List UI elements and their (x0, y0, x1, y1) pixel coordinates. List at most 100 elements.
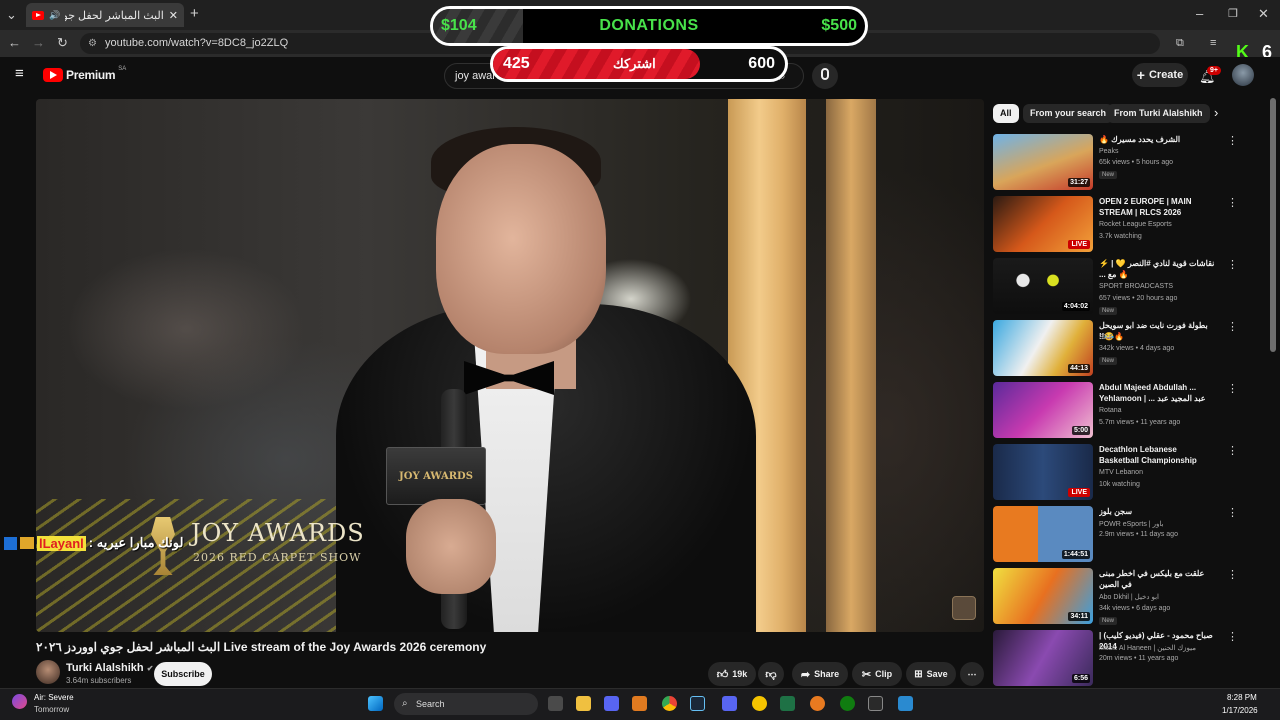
app-icon[interactable] (868, 696, 883, 711)
maximize-icon[interactable]: ❐ (1228, 7, 1238, 21)
site-info-icon[interactable]: ⚙ (88, 33, 97, 54)
discord-icon[interactable] (604, 696, 619, 711)
app-icon[interactable] (898, 696, 913, 711)
new-badge: New (1099, 307, 1118, 315)
video-card-meta: 65k views • 5 hours ago (1099, 159, 1174, 166)
chip-from-your-search[interactable]: From your search (1023, 104, 1114, 123)
taskbar-search[interactable]: ⌕ Search (394, 693, 538, 715)
sidebar-video-card[interactable]: 31:27 الشرف يحدد مسيرك 🔥 Peaks 65k views… (993, 134, 1241, 192)
duration-badge: 34:11 (1068, 612, 1090, 621)
app-icon[interactable] (632, 696, 647, 711)
steam-icon[interactable] (690, 696, 705, 711)
channel-name[interactable]: Turki Alalshikh ✔ (66, 662, 153, 674)
subscriber-goal: 600 (748, 55, 775, 72)
excel-icon[interactable] (780, 696, 795, 711)
more-vertical-icon[interactable]: ⋮ (1227, 444, 1238, 457)
video-thumbnail[interactable]: 1:44:51 (993, 506, 1093, 562)
chrome-icon[interactable] (662, 696, 677, 711)
channel-avatar[interactable] (36, 660, 60, 684)
stream-chat-overlay: lLayanl : لونك مبارا عيريه (4, 534, 183, 552)
sidebar-video-card[interactable]: 1:44:51 سجن بلوز POWR eSports | باور 2.9… (993, 506, 1241, 564)
url-text: youtube.com/watch?v=8DC8_jo2ZLQ (105, 37, 289, 49)
media-control-icon[interactable]: ≡ (1210, 36, 1216, 50)
video-thumbnail[interactable]: 44:13 (993, 320, 1093, 376)
chips-next-chevron-icon[interactable]: › (1214, 106, 1218, 120)
close-window-icon[interactable]: ✕ (1258, 7, 1269, 21)
taskbar-date[interactable]: 1/17/2026 (1222, 706, 1258, 715)
verified-icon: ✔ (146, 664, 154, 673)
browser-tab[interactable]: 🔊 البث المباشر لحفل جوي (86) ✕ (26, 3, 184, 27)
more-vertical-icon[interactable]: ⋮ (1227, 196, 1238, 209)
sidebar-video-card[interactable]: 34:11 علقت مع بليكس في اخطر مبنى في الصي… (993, 568, 1241, 626)
video-thumbnail[interactable]: LIVE (993, 196, 1093, 252)
more-actions-button[interactable]: ⋯ (960, 662, 984, 686)
sidebar-video-card[interactable]: LIVE OPEN 2 EUROPE | MAIN STREAM | RLCS … (993, 196, 1241, 254)
new-tab-icon[interactable]: + (190, 6, 199, 21)
create-button[interactable]: + Create (1132, 63, 1188, 87)
video-card-meta: 3.7k watching (1099, 233, 1142, 240)
microphone-flag: JOY AWARDS (386, 447, 486, 505)
menu-hamburger-icon[interactable]: ≡ (15, 66, 24, 81)
minimize-icon[interactable]: – (1196, 7, 1203, 21)
video-card-channel: MTV Lebanon (1099, 469, 1143, 476)
app-icon[interactable] (752, 696, 767, 711)
windows-start-icon[interactable] (368, 696, 383, 711)
sidebar-video-card[interactable]: 4:04:02 نقاشات قوية لنادي #النصر 💛 | ⚡🔥 … (993, 258, 1241, 316)
like-button[interactable]: 👍︎ 19k (708, 662, 756, 686)
tab-list-chevron-icon[interactable]: ⌄ (6, 8, 17, 22)
more-vertical-icon[interactable]: ⋮ (1227, 258, 1238, 271)
subscribe-button[interactable]: Subscribe (154, 662, 212, 686)
more-vertical-icon[interactable]: ⋮ (1227, 506, 1238, 519)
live-badge: LIVE (1068, 240, 1090, 249)
video-thumbnail[interactable]: LIVE (993, 444, 1093, 500)
file-explorer-icon[interactable] (576, 696, 591, 711)
chip-all[interactable]: All (993, 104, 1019, 123)
video-card-title: OPEN 2 EUROPE | MAIN STREAM | RLCS 2026 (1099, 197, 1192, 217)
tab-close-icon[interactable]: ✕ (169, 9, 178, 22)
dislike-button[interactable]: 👎︎ (758, 662, 784, 686)
clip-button[interactable]: ✂ Clip (852, 662, 902, 686)
account-avatar[interactable] (1232, 64, 1254, 86)
video-thumbnail[interactable]: 4:04:02 (993, 258, 1093, 314)
page-scrollbar[interactable] (1270, 98, 1276, 352)
sidebar-video-card[interactable]: 5:00 Abdul Majeed Abdullah ... Yehlamoon… (993, 382, 1241, 440)
scissors-icon: ✂ (861, 668, 872, 681)
video-thumbnail[interactable]: 5:00 (993, 382, 1093, 438)
duration-badge: 4:04:02 (1061, 302, 1090, 311)
discord-ptb-icon[interactable] (722, 696, 737, 711)
video-thumbnail[interactable]: 34:11 (993, 568, 1093, 624)
forward-icon[interactable]: → (32, 36, 45, 50)
xbox-icon[interactable] (840, 696, 855, 711)
sidebar-video-card[interactable]: LIVE Decathlon Lebanese Basketball Champ… (993, 444, 1241, 502)
taskbar-search-icon: ⌕ (402, 698, 408, 709)
more-vertical-icon[interactable]: ⋮ (1227, 630, 1238, 643)
more-vertical-icon[interactable]: ⋮ (1227, 382, 1238, 395)
youtube-premium-logo[interactable]: Premium SA (43, 66, 126, 82)
duration-badge: 31:27 (1068, 178, 1090, 187)
reload-icon[interactable]: ↻ (57, 36, 68, 50)
video-card-channel: Rocket League Esports (1099, 221, 1172, 228)
chip-from-channel[interactable]: From Turki Alalshikh (1107, 104, 1210, 123)
more-vertical-icon[interactable]: ⋮ (1227, 568, 1238, 581)
tab-audio-icon[interactable]: 🔊 (49, 10, 60, 21)
sidebar-video-card[interactable]: 44:13 بطولة فورت نايت ضد ابو سويحل 🔥😂!! … (993, 320, 1241, 378)
logo-text: Premium (66, 68, 116, 82)
video-card-channel: Music Al Haneen | ميوزك الحنين (1099, 645, 1196, 652)
share-button[interactable]: ➦ Share (792, 662, 848, 686)
blender-icon[interactable] (810, 696, 825, 711)
video-player[interactable]: JOY AWARDS JOY AWARDS 2026 RED CARPET SH… (36, 99, 984, 632)
more-vertical-icon[interactable]: ⋮ (1227, 320, 1238, 333)
taskbar-time[interactable]: 8:28 PM (1227, 693, 1257, 702)
video-thumbnail[interactable]: 6:56 (993, 630, 1093, 686)
video-card-channel: POWR eSports | باور (1099, 521, 1164, 528)
voice-search-button[interactable] (812, 63, 838, 89)
back-icon[interactable]: ← (8, 36, 21, 50)
task-view-icon[interactable] (548, 696, 563, 711)
more-vertical-icon[interactable]: ⋮ (1227, 134, 1238, 147)
weather-icon[interactable] (12, 694, 27, 709)
sidebar-video-card[interactable]: 6:56 صباح محمود - عقلي (فيديو كليب) | 20… (993, 630, 1241, 688)
extensions-icon[interactable]: ⧉ (1176, 36, 1184, 50)
duration-badge: 1:44:51 (1061, 550, 1090, 559)
save-button[interactable]: ⊞ Save (906, 662, 956, 686)
video-thumbnail[interactable]: 31:27 (993, 134, 1093, 190)
